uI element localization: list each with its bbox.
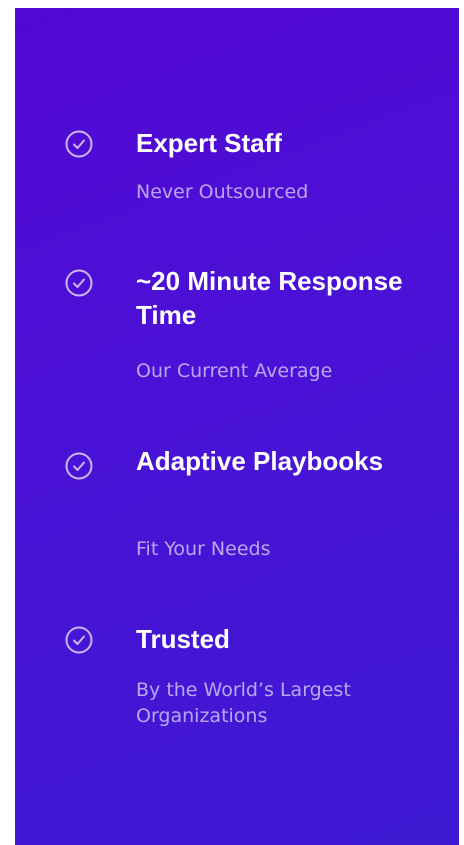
check-circle-icon [65, 269, 93, 297]
feature-subtitle: Never Outsourced [136, 181, 309, 203]
check-circle-icon [65, 452, 93, 480]
check-circle-icon [65, 130, 93, 158]
feature-title: Trusted [136, 624, 230, 654]
check-circle-icon [65, 626, 93, 654]
feature-subtitle: By the World’s Largest Organizations [136, 679, 351, 727]
features-panel: Expert Staff Never Outsourced ~20 Minute… [15, 8, 459, 845]
feature-subtitle: Fit Your Needs [136, 538, 271, 560]
feature-title: ~20 Minute Response Time [136, 266, 403, 330]
feature-title: Expert Staff [136, 128, 282, 158]
feature-title: Adaptive Playbooks [136, 446, 384, 476]
feature-subtitle: Our Current Average [136, 360, 333, 382]
